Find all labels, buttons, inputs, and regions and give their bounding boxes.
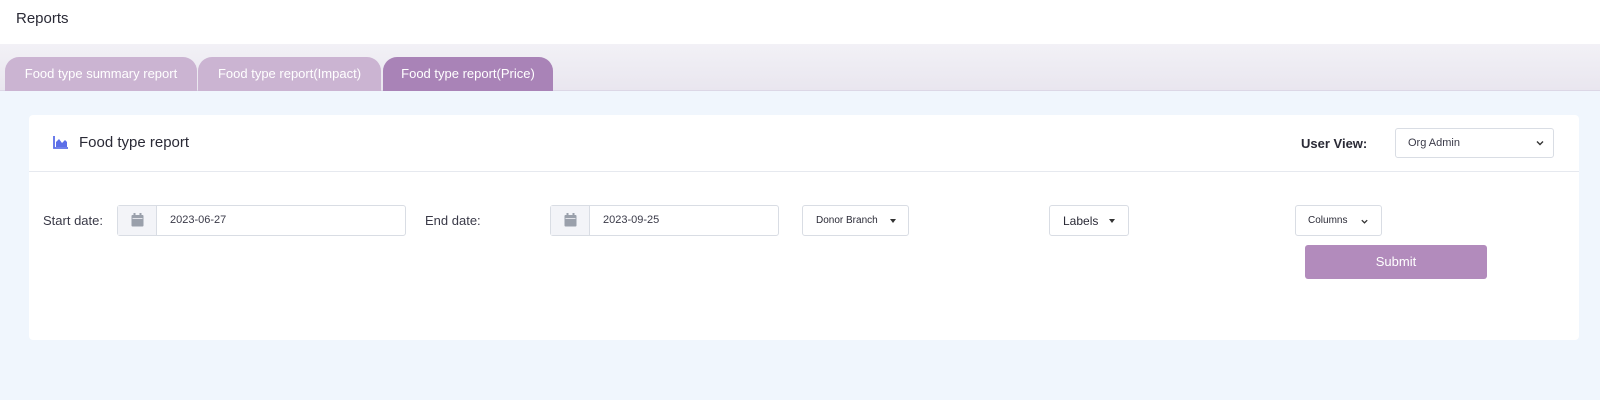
tab-food-type-report-price[interactable]: Food type report(Price) <box>383 57 553 91</box>
tab-food-type-report-impact[interactable]: Food type report(Impact) <box>198 57 381 91</box>
start-date-addon[interactable] <box>118 206 157 235</box>
start-date-value: 2023-06-27 <box>170 214 227 226</box>
end-date-field[interactable]: 2023-09-25 <box>550 205 779 236</box>
end-date-value: 2023-09-25 <box>603 214 660 226</box>
end-date-label: End date: <box>425 213 481 228</box>
user-view-selected-value: Org Admin <box>1408 137 1460 149</box>
labels-label: Labels <box>1063 214 1099 228</box>
columns-label: Columns <box>1308 215 1348 226</box>
calendar-icon <box>131 213 144 227</box>
donor-branch-dropdown[interactable]: Donor Branch <box>802 205 909 236</box>
chevron-down-icon <box>1361 219 1368 224</box>
submit-button[interactable]: Submit <box>1305 245 1487 279</box>
card-title: Food type report <box>79 134 190 151</box>
page-title: Reports <box>16 10 69 27</box>
area-chart-icon <box>53 136 68 149</box>
top-bar: Reports <box>0 0 1600 44</box>
labels-dropdown[interactable]: Labels <box>1049 205 1129 236</box>
columns-dropdown[interactable]: Columns <box>1295 205 1382 236</box>
user-view-select[interactable]: Org Admin <box>1395 128 1554 158</box>
chevron-down-icon <box>1536 141 1544 146</box>
calendar-icon <box>564 213 577 227</box>
report-card: Food type report User View: Org Admin St… <box>29 115 1579 340</box>
start-date-field[interactable]: 2023-06-27 <box>117 205 406 236</box>
end-date-addon[interactable] <box>551 206 590 235</box>
caret-down-icon <box>1109 219 1115 223</box>
card-header: Food type report User View: Org Admin <box>29 115 1579 172</box>
report-tabs: Food type summary report Food type repor… <box>0 44 1600 91</box>
tab-food-type-summary-report[interactable]: Food type summary report <box>5 57 197 91</box>
start-date-label: Start date: <box>43 213 103 228</box>
user-view-label: User View: <box>1301 136 1368 151</box>
donor-branch-label: Donor Branch <box>816 215 878 226</box>
caret-down-icon <box>890 219 896 223</box>
